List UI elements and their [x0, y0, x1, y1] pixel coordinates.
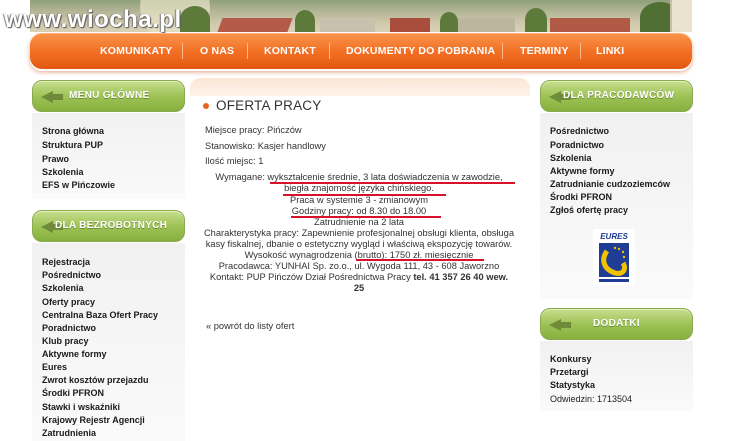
nav-separator	[182, 43, 183, 59]
nav-linki[interactable]: LINKI	[596, 45, 624, 57]
title-bullet-icon	[203, 103, 209, 109]
bezrobotni-title: DLA BEZROBOTNYCH	[55, 220, 168, 231]
bezrobotni-item-aktywne[interactable]: Aktywne formy	[42, 349, 107, 359]
arrow-left-icon	[41, 221, 63, 233]
menu-glowne-title: MENU GŁÓWNE	[69, 90, 150, 101]
pracodawcy-header: DLA PRACODAWCÓW	[540, 80, 693, 112]
pracodawcy-item-posrednictwo[interactable]: Pośrednictwo	[550, 126, 609, 136]
menu-item-struktura[interactable]: Struktura PUP	[42, 140, 103, 150]
offer-working-hours: Godziny pracy: od 8.30 do 18.00	[291, 206, 427, 216]
site-watermark-logo: www.wiocha.pl	[4, 6, 182, 33]
offer-contact-text: Kontakt: PUP Pińczów Dział Pośrednictwa …	[209, 272, 414, 282]
offer-requirements-line2: biegła znajomość języka chińskiego.	[284, 183, 434, 193]
bezrobotni-item-zatrudnienia[interactable]: Zatrudnienia	[42, 428, 96, 438]
pracodawcy-item-pfron[interactable]: Środki PFRON	[550, 192, 612, 202]
page-title: OFERTA PRACY	[216, 98, 322, 113]
highlight-underline	[356, 259, 484, 261]
offer-contact-extension: 25	[353, 283, 365, 293]
bezrobotni-header: DLA BEZROBOTNYCH	[32, 210, 185, 242]
highlight-underline	[283, 194, 446, 196]
bezrobotni-item-klub[interactable]: Klub pracy	[42, 336, 89, 346]
nav-o-nas[interactable]: O NAS	[200, 45, 234, 57]
bezrobotni-item-zwrot[interactable]: Zwrot kosztów przejazdu	[42, 375, 149, 385]
eures-logo-icon: EURES	[593, 229, 635, 285]
offer-contact: Kontakt: PUP Pińczów Dział Pośrednictwa …	[196, 272, 522, 282]
pracodawcy-item-cudzoziemcy[interactable]: Zatrudnianie cudzoziemców	[550, 179, 670, 189]
dodatki-item-przetargi[interactable]: Przetargi	[550, 367, 589, 377]
nav-kontakt[interactable]: KONTAKT	[264, 45, 316, 57]
offer-shift-system: Praca w systemie 3 - zmianowym	[290, 195, 428, 205]
arrow-left-icon	[41, 91, 63, 103]
offer-place: Miejsce pracy: Pińczów	[205, 125, 302, 135]
offer-contract: Zatrudnienie na 2 lata	[314, 217, 404, 227]
dodatki-title: DODATKI	[593, 318, 640, 329]
bezrobotni-item-rejestr[interactable]: Krajowy Rejestr Agencji	[42, 415, 145, 425]
bezrobotni-item-poradnictwo[interactable]: Poradnictwo	[42, 323, 96, 333]
menu-item-strona-glowna[interactable]: Strona główna	[42, 126, 104, 136]
bezrobotni-item-stawki[interactable]: Stawki i wskaźniki	[42, 402, 120, 412]
nav-separator	[329, 43, 330, 59]
menu-item-prawo[interactable]: Prawo	[42, 154, 69, 164]
main-navigation: KOMUNIKATY O NAS KONTAKT DOKUMENTY DO PO…	[30, 33, 692, 69]
bezrobotni-item-cbop[interactable]: Centralna Baza Ofert Pracy	[42, 310, 158, 320]
pracodawcy-item-szkolenia[interactable]: Szkolenia	[550, 153, 592, 163]
arrow-left-icon	[549, 91, 571, 103]
nav-separator	[247, 43, 248, 59]
offer-count: Ilość miejsc: 1	[205, 156, 264, 166]
offer-requirements-line1: Wymagane: wykształcenie średnie, 3 lata …	[215, 172, 503, 182]
pracodawcy-item-aktywne[interactable]: Aktywne formy	[550, 166, 615, 176]
back-to-offers-link[interactable]: « powrót do listy ofert	[206, 321, 294, 331]
arrow-left-icon	[549, 319, 571, 331]
dodatki-item-konkursy[interactable]: Konkursy	[550, 354, 592, 364]
bezrobotni-item-posrednictwo[interactable]: Pośrednictwo	[42, 270, 101, 280]
highlight-underline	[291, 216, 441, 218]
bezrobotni-item-rejestracja[interactable]: Rejestracja	[42, 257, 90, 267]
offer-description-line1: Charakterystyka pracy: Zapewnienie profe…	[203, 228, 515, 238]
dodatki-item-statystyka[interactable]: Statystyka	[550, 380, 595, 390]
offer-contact-phone: tel. 41 357 26 40 wew.	[413, 272, 509, 282]
svg-text:EURES: EURES	[600, 232, 628, 241]
bezrobotni-item-eures[interactable]: Eures	[42, 362, 67, 372]
pracodawcy-title: DLA PRACODAWCÓW	[563, 90, 675, 101]
nav-komunikaty[interactable]: KOMUNIKATY	[100, 45, 172, 57]
dodatki-header: DODATKI	[540, 308, 693, 340]
bezrobotni-item-pfron[interactable]: Środki PFRON	[42, 388, 104, 398]
offer-position: Stanowisko: Kasjer handlowy	[205, 141, 326, 151]
eures-logo[interactable]: EURES	[593, 229, 635, 285]
offer-employer: Pracodawca: YUNHAI Sp. zo.o., ul. Wygoda…	[218, 261, 500, 271]
offer-description-line2: kasy fiskalnej, dbanie o estetyczny wygl…	[205, 239, 513, 249]
nav-separator	[580, 43, 581, 59]
menu-item-efs[interactable]: EFS w Pińczowie	[42, 180, 115, 190]
bezrobotni-item-szkolenia[interactable]: Szkolenia	[42, 283, 84, 293]
bezrobotni-item-oferty[interactable]: Oferty pracy	[42, 297, 95, 307]
nav-separator	[502, 43, 503, 59]
menu-item-szkolenia[interactable]: Szkolenia	[42, 167, 84, 177]
nav-terminy[interactable]: TERMINY	[520, 45, 569, 57]
visit-counter: Odwiedzin: 1713504	[550, 394, 633, 404]
pracodawcy-item-poradnictwo[interactable]: Poradnictwo	[550, 140, 604, 150]
highlight-underline	[270, 182, 515, 184]
nav-dokumenty[interactable]: DOKUMENTY DO POBRANIA	[346, 45, 495, 57]
pracodawcy-item-zglos[interactable]: Zgłoś ofertę pracy	[550, 205, 628, 215]
menu-glowne-header: MENU GŁÓWNE	[32, 80, 185, 112]
